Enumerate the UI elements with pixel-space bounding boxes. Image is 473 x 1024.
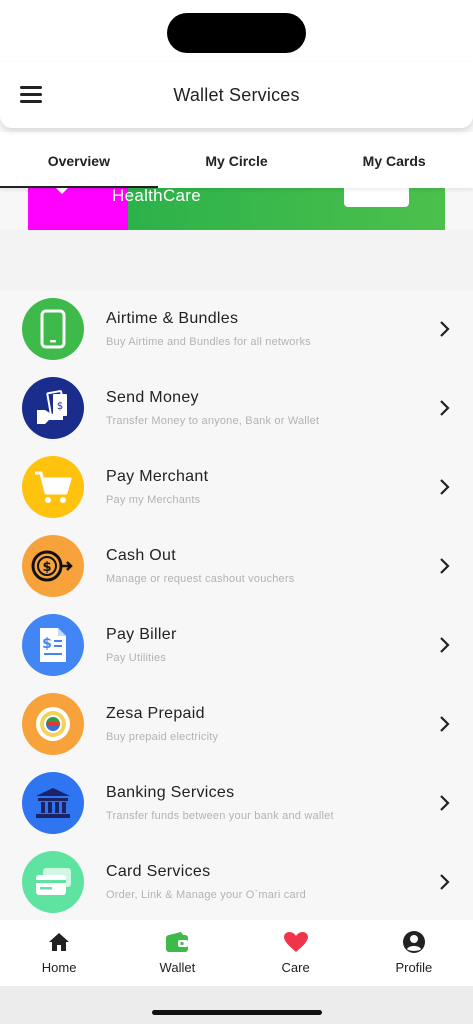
services-list: Airtime & Bundles Buy Airtime and Bundle…	[0, 290, 473, 922]
chevron-right-icon	[440, 874, 450, 890]
service-title: Airtime & Bundles	[106, 310, 239, 327]
tab-my-circle[interactable]: My Circle	[158, 132, 316, 188]
chevron-right-icon	[440, 479, 450, 495]
home-indicator[interactable]	[152, 1010, 322, 1015]
background-pattern	[0, 230, 473, 290]
tab-my-cards[interactable]: My Cards	[315, 132, 473, 188]
service-subtitle: Order, Link & Manage your O`mari card	[106, 889, 306, 901]
chevron-right-icon	[440, 321, 450, 337]
service-title: Pay Biller	[106, 626, 177, 643]
tab-bar: Overview My Circle My Cards	[0, 132, 473, 188]
service-pay-biller[interactable]: $ Pay Biller Pay Utilities	[0, 606, 473, 685]
nav-label: Profile	[395, 960, 433, 975]
shopping-cart-icon	[22, 456, 84, 518]
nav-care[interactable]: Care	[237, 920, 355, 986]
zesa-logo-icon	[22, 693, 84, 755]
service-subtitle: Buy Airtime and Bundles for all networks	[106, 336, 311, 348]
service-subtitle: Transfer Money to anyone, Bank or Wallet	[106, 415, 320, 427]
chevron-right-icon	[440, 716, 450, 732]
service-airtime-bundles[interactable]: Airtime & Bundles Buy Airtime and Bundle…	[0, 290, 473, 369]
nav-profile[interactable]: Profile	[355, 920, 473, 986]
service-pay-merchant[interactable]: Pay Merchant Pay my Merchants	[0, 448, 473, 527]
banner-text: HealthCare	[112, 188, 201, 205]
nav-label: Care	[281, 960, 310, 975]
profile-icon	[355, 930, 473, 954]
service-card-services[interactable]: Card Services Order, Link & Manage your …	[0, 843, 473, 922]
service-subtitle: Manage or request cashout vouchers	[106, 573, 295, 585]
bank-icon	[22, 772, 84, 834]
home-indicator-bar	[0, 986, 473, 1024]
svg-text:$: $	[42, 636, 52, 652]
page-title: Wallet Services	[173, 85, 300, 105]
svg-text:$: $	[42, 560, 51, 575]
service-banking-services[interactable]: Banking Services Transfer funds between …	[0, 764, 473, 843]
service-subtitle: Transfer funds between your bank and wal…	[106, 810, 334, 822]
nav-wallet[interactable]: Wallet	[118, 920, 236, 986]
home-icon	[0, 930, 118, 954]
service-title: Cash Out	[106, 547, 176, 564]
nav-home[interactable]: Home	[0, 920, 118, 986]
promo-banner[interactable]: HealthCare	[28, 188, 445, 230]
wallet-icon	[118, 930, 236, 954]
service-title: Banking Services	[106, 784, 235, 801]
cards-icon	[22, 851, 84, 913]
dynamic-island	[167, 13, 306, 53]
service-send-money[interactable]: $ Send Money Transfer Money to anyone, B…	[0, 369, 473, 448]
service-cash-out[interactable]: $ Cash Out Manage or request cashout vou…	[0, 527, 473, 606]
service-title: Send Money	[106, 389, 199, 406]
service-subtitle: Pay my Merchants	[106, 494, 201, 506]
dollar-arrow-icon: $	[22, 535, 84, 597]
service-subtitle: Pay Utilities	[106, 652, 167, 664]
banner-button[interactable]	[344, 188, 409, 207]
app-header: Wallet Services	[0, 62, 473, 128]
tab-overview[interactable]: Overview	[0, 132, 158, 188]
service-title: Zesa Prepaid	[106, 705, 205, 722]
service-zesa-prepaid[interactable]: Zesa Prepaid Buy prepaid electricity	[0, 685, 473, 764]
chevron-right-icon	[440, 637, 450, 653]
svg-text:$: $	[57, 401, 63, 412]
nav-label: Wallet	[159, 960, 196, 975]
chevron-right-icon	[440, 795, 450, 811]
heart-icon	[237, 930, 355, 954]
banner-green-panel: HealthCare	[112, 188, 445, 230]
chevron-right-icon	[440, 558, 450, 574]
phone-icon	[22, 298, 84, 360]
service-title: Card Services	[106, 863, 211, 880]
invoice-icon: $	[22, 614, 84, 676]
service-title: Pay Merchant	[106, 468, 209, 485]
bottom-navigation: Home Wallet Care Profile	[0, 920, 473, 986]
chevron-right-icon	[440, 400, 450, 416]
service-subtitle: Buy prepaid electricity	[106, 731, 219, 743]
money-hand-icon: $	[22, 377, 84, 439]
nav-label: Home	[41, 960, 77, 975]
